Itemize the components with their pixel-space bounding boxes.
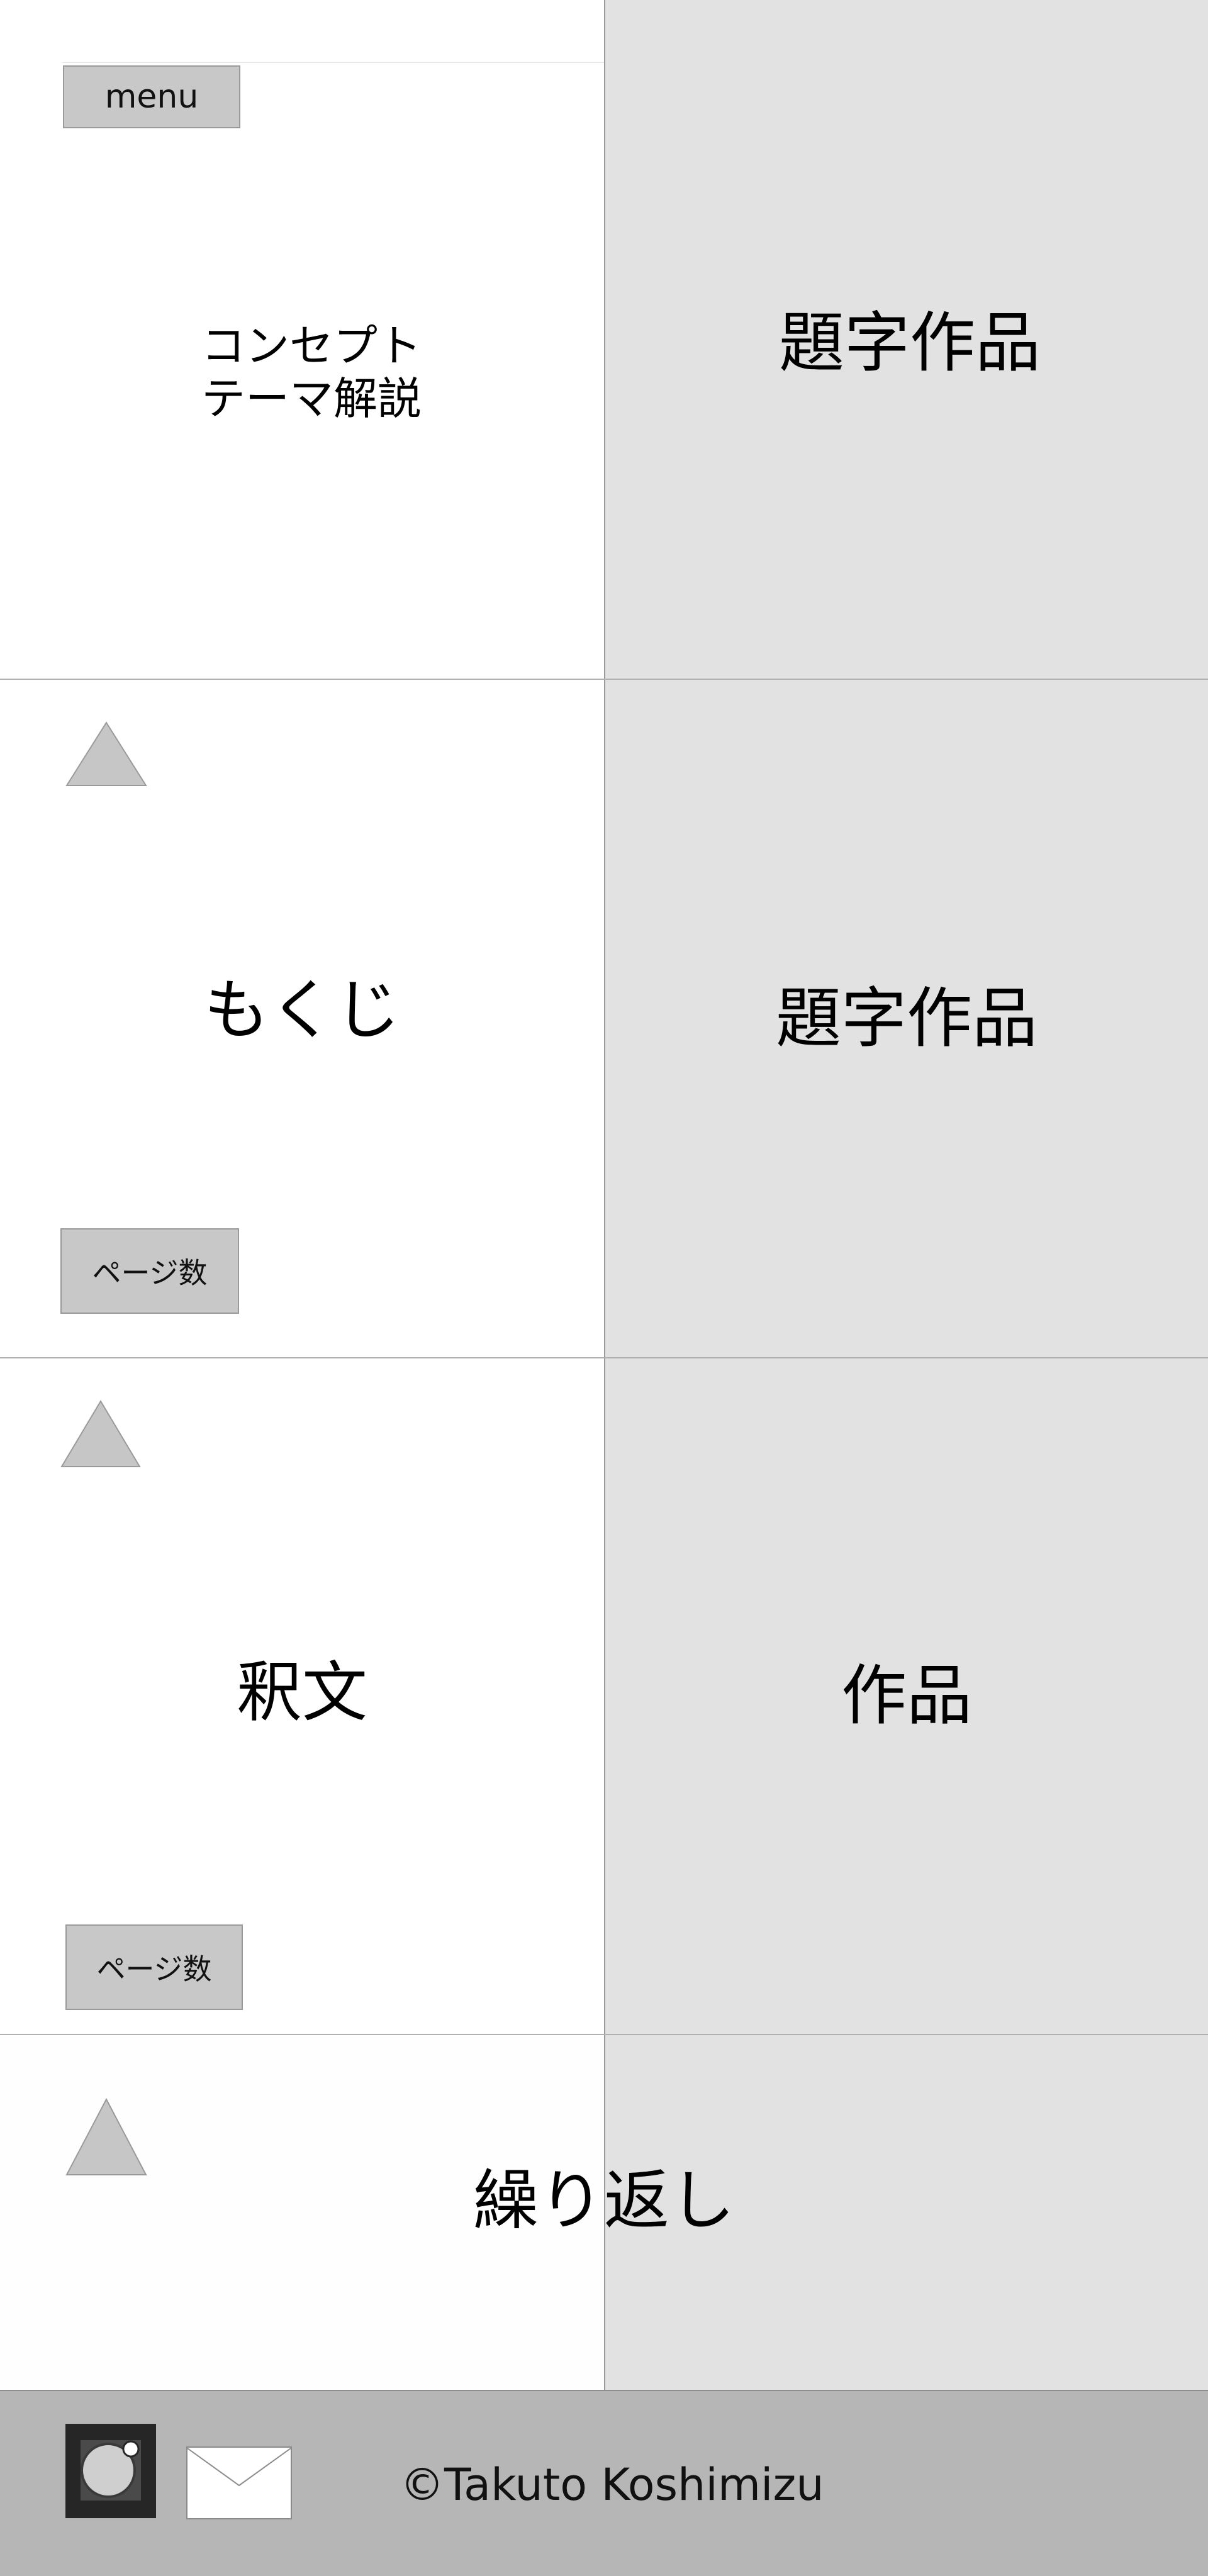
page-count-button[interactable]: ページ数 <box>65 1924 243 2010</box>
concept-title: コンセプト テーマ解説 <box>0 319 623 425</box>
title-work-panel-1: 題字作品 <box>604 0 1208 679</box>
transcription-section: 釈文 ページ数 作品 <box>0 1358 1208 2034</box>
copyright-text: ©Takuto Koshimizu <box>400 2459 824 2511</box>
transcription-panel: 釈文 ページ数 <box>0 1358 604 2034</box>
title-work-heading-1: 題字作品 <box>778 304 1041 382</box>
menu-button[interactable]: menu <box>63 65 240 128</box>
contents-title: もくじ <box>203 972 400 1048</box>
concept-title-line-2: テーマ解説 <box>201 373 422 425</box>
title-work-panel-2: 題字作品 <box>604 680 1208 1357</box>
transcription-title: 釈文 <box>236 1654 367 1731</box>
footer: ©Takuto Koshimizu <box>0 2390 1208 2576</box>
work-heading: 作品 <box>841 1657 972 1735</box>
camera-icon[interactable] <box>65 2424 156 2518</box>
work-panel: 作品 <box>604 1358 1208 2034</box>
scroll-up-icon[interactable] <box>65 721 147 787</box>
title-work-heading-2: 題字作品 <box>775 979 1037 1057</box>
repeat-section: 繰り返し <box>0 2035 1208 2390</box>
page-count-button[interactable]: ページ数 <box>60 1228 239 1314</box>
contents-panel: もくじ ページ数 <box>0 680 604 1357</box>
mail-icon[interactable] <box>186 2446 292 2519</box>
concept-panel: menu コンセプト テーマ解説 <box>0 0 604 679</box>
scroll-up-icon[interactable] <box>60 1400 141 1468</box>
concept-section: menu コンセプト テーマ解説 題字作品 <box>0 0 1208 679</box>
contents-section: もくじ ページ数 題字作品 <box>0 680 1208 1357</box>
layout-guide-horizontal <box>62 62 604 63</box>
repeat-title: 繰り返し <box>473 2162 735 2239</box>
concept-title-line-1: コンセプト <box>201 320 422 372</box>
